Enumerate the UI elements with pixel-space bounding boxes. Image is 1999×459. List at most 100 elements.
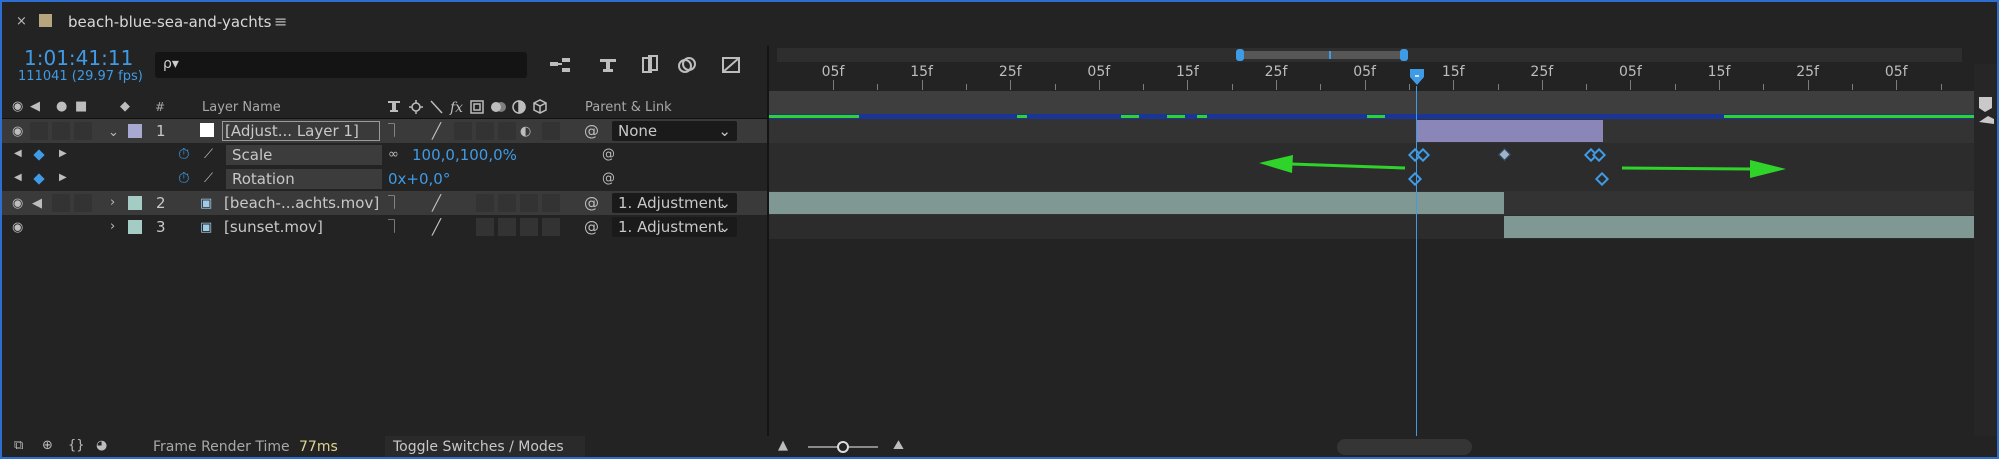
parent-dropdown[interactable]: 1. Adjustment ⌄ [612,217,737,237]
panel-menu-icon[interactable]: ≡ [274,12,287,31]
shy-switch-icon[interactable]: ⏋ [388,221,401,234]
time-navigator[interactable] [777,48,1962,62]
solo-toggle[interactable] [52,122,70,140]
navigator-range[interactable] [1239,51,1404,59]
property-row-scale[interactable]: ◀ ▶ ⏱ ⟋ Scale ∞ 100,0,100,0% @ [2,143,767,167]
graph-editor-icon[interactable] [722,57,740,73]
render-time-pane-icon[interactable]: ◕ [96,439,107,452]
frame-blend-switch[interactable] [476,218,494,236]
parent-dropdown[interactable]: 1. Adjustment ⌄ [612,193,737,213]
parent-dropdown[interactable]: None ⌄ [612,121,737,141]
adjustment-layer-switch-icon[interactable] [512,100,526,114]
chevron-right-icon[interactable]: › [110,196,115,209]
layer-name[interactable]: [beach-...achts.mov] [224,191,379,215]
label-color-swatch[interactable] [128,196,142,210]
frame-blend-switch[interactable] [476,122,494,140]
search-input[interactable]: ρ▾ [155,52,527,78]
motion-blur-switch-icon[interactable] [491,102,506,112]
rotation-value[interactable]: 0x+0,0° [388,167,450,191]
solo-icon[interactable]: ● [56,100,67,113]
track-layer-2[interactable] [769,191,1974,215]
chevron-down-icon[interactable]: ⌄ [108,126,119,139]
zoom-out-icon[interactable]: ▲ [778,439,788,452]
quality-switch-icon[interactable]: ╱ [432,196,441,211]
frame-blending-icon[interactable] [642,55,658,73]
quality-switch-icon[interactable]: ╱ [432,220,441,235]
layer-row-3[interactable]: ◉ › 3 ▣ [sunset.mov] ⏋ ╱ @ 1. Adjustment… [2,215,767,239]
comp-button-icon[interactable] [1979,116,1994,124]
comp-marker-bin-icon[interactable] [1979,97,1992,112]
speaker-icon[interactable]: ◀ [32,197,42,210]
keyframe-toggle-icon[interactable] [33,173,45,185]
layer-row-1[interactable]: ◉ ⌄ 1 [Adjust... Layer 1] ⏋ ╱ ◐ @ None ⌄ [2,119,767,143]
visibility-eye-icon[interactable]: ◉ [12,221,23,234]
playhead-handle[interactable] [1409,68,1425,86]
motion-blur-switch[interactable] [498,194,516,212]
timeline-scrollbar[interactable] [1337,439,1472,455]
fx-switch[interactable] [454,122,472,140]
motion-blur-icon[interactable] [678,57,696,73]
3d-layer-switch-icon[interactable] [533,99,547,114]
constrain-link-icon[interactable]: ∞ [388,148,399,161]
lock-icon[interactable]: ■ [75,100,87,113]
effect-switch-icon[interactable]: fx [449,100,463,116]
audio-toggle[interactable] [30,122,48,140]
adjustment-switch-icon[interactable]: ◐ [520,125,531,138]
next-keyframe-icon[interactable]: ▶ [59,173,67,183]
layer-duration-bar-sunset[interactable] [1504,216,1974,238]
3d-switch[interactable] [542,194,560,212]
stopwatch-icon[interactable]: ⏱ [178,147,190,162]
speaker-icon[interactable]: ◀ [30,100,40,113]
composition-tab-title[interactable]: beach-blue-sea-and-yachts [68,13,271,31]
time-ruler[interactable]: 05f 15f 25f 05f 15f 25f 05f 15f 25f 05f 15f 25f 05f [769,64,1974,90]
shy-switch-icon[interactable] [388,101,400,112]
transfer-controls-icon[interactable]: ⊕ [42,439,53,452]
keyframe-toggle-icon[interactable] [33,149,45,161]
motion-blur-switch[interactable] [498,218,516,236]
graph-icon[interactable]: ⟋ [204,172,213,185]
adjustment-switch[interactable] [520,194,538,212]
navigator-start-handle[interactable] [1236,49,1244,61]
label-color-swatch[interactable] [128,220,142,234]
frame-blend-switch[interactable] [476,194,494,212]
playhead-line[interactable] [1416,86,1417,436]
navigator-end-handle[interactable] [1400,49,1408,61]
solo-toggle[interactable] [52,194,70,212]
graph-icon[interactable]: ⟋ [204,148,213,161]
pick-whip-icon[interactable]: @ [584,220,599,235]
track-layer-1[interactable] [769,119,1974,143]
in-out-stretch-icon[interactable]: {} [68,439,85,452]
layer-duration-bar-beach[interactable] [769,192,1504,214]
pick-whip-icon[interactable]: @ [584,196,599,211]
track-layer-3[interactable] [769,215,1974,239]
chevron-right-icon[interactable]: › [110,220,115,233]
collapse-switch-icon[interactable] [409,100,423,114]
zoom-slider-thumb[interactable] [837,441,849,453]
prev-keyframe-icon[interactable]: ◀ [14,149,22,159]
work-area-bar[interactable] [769,91,1974,115]
frame-blend-switch-icon[interactable] [470,100,484,114]
pick-whip-icon[interactable]: @ [602,148,615,161]
next-keyframe-icon[interactable]: ▶ [59,149,67,159]
pick-whip-icon[interactable]: @ [584,124,599,139]
3d-switch[interactable] [542,218,560,236]
zoom-in-icon[interactable]: ⛰ [893,439,904,452]
visibility-eye-icon[interactable]: ◉ [12,197,23,210]
property-row-rotation[interactable]: ◀ ▶ ⏱ ⟋ Rotation 0x+0,0° @ [2,167,767,191]
visibility-eye-icon[interactable]: ◉ [12,125,23,138]
shy-layers-icon[interactable] [600,59,616,72]
column-parent-link[interactable]: Parent & Link [585,100,672,115]
shy-switch-icon[interactable]: ⏋ [388,197,401,210]
current-time-display[interactable]: 1:01:41:11 [24,46,133,70]
adjustment-switch[interactable] [520,218,538,236]
toggle-switches-modes-button[interactable]: Toggle Switches / Modes [385,436,585,457]
layer-name[interactable]: [sunset.mov] [224,215,323,239]
zoom-slider[interactable] [808,441,878,453]
shy-switch-icon[interactable]: ⏋ [388,125,401,138]
layer-switches-icon[interactable]: ⧉ [14,439,23,452]
eye-icon[interactable]: ◉ [12,100,23,113]
layer-name-field[interactable]: [Adjust... Layer 1] [222,121,380,141]
quality-switch-icon[interactable] [430,100,443,114]
lock-toggle[interactable] [74,122,92,140]
label-color-swatch[interactable] [128,124,142,138]
